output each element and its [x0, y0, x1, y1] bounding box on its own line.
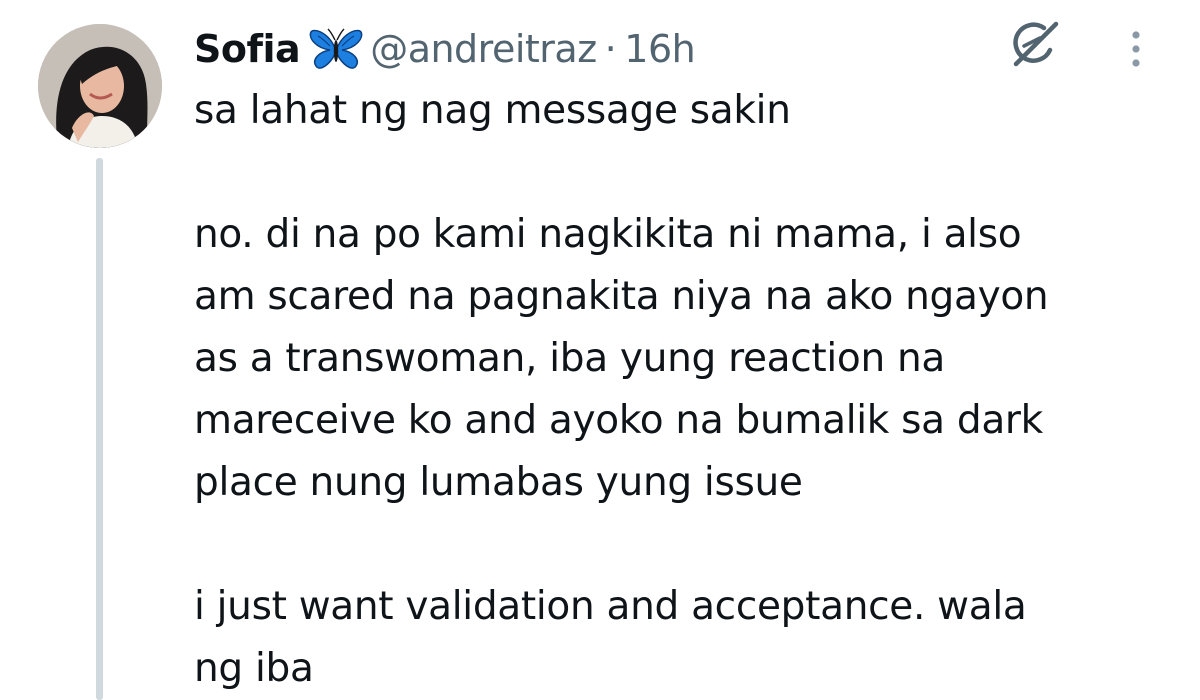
tweet-line: place nung lumabas yung issue — [194, 460, 803, 505]
avatar-photo — [38, 24, 162, 148]
separator-dot: · — [604, 27, 617, 71]
tweet-header: Sofia @andreitraz · 16h — [194, 24, 696, 74]
butterfly-icon — [308, 26, 364, 72]
tweet-line: ng iba — [194, 646, 314, 691]
tweet-line: i just want validation and acceptance. w… — [194, 584, 1027, 629]
timestamp[interactable]: 16h — [624, 27, 695, 71]
grok-icon[interactable] — [1004, 16, 1062, 74]
avatar[interactable] — [38, 24, 162, 148]
tweet[interactable]: Sofia @andreitraz · 16h sa lahat ng nag … — [0, 0, 1200, 700]
display-name[interactable]: Sofia — [194, 27, 301, 71]
tweet-line: as a transwoman, iba yung reaction na — [194, 336, 946, 381]
thread-line — [96, 158, 103, 700]
tweet-line: no. di na po kami nagkikita ni mama, i a… — [194, 212, 1022, 257]
handle[interactable]: @andreitraz — [370, 27, 597, 71]
tweet-line: am scared na pagnakita niya na ako ngayo… — [194, 274, 1049, 319]
more-vertical-icon[interactable] — [1122, 28, 1150, 70]
tweet-line: sa lahat ng nag message sakin — [194, 88, 791, 133]
tweet-line: mareceive ko and ayoko na bumalik sa dar… — [194, 398, 1043, 443]
tweet-text: sa lahat ng nag message sakin no. di na … — [194, 80, 1184, 700]
